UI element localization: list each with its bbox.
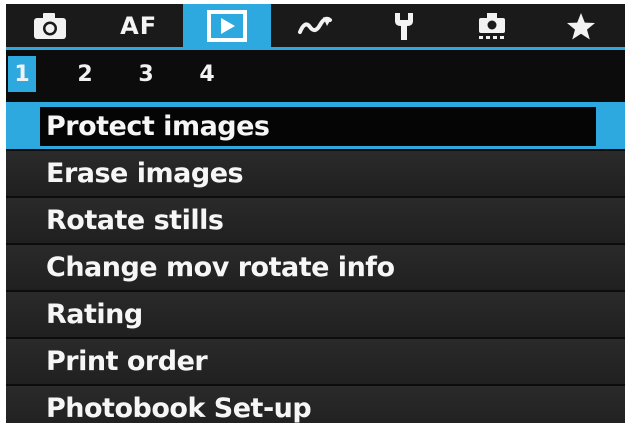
camera-icon <box>33 12 67 40</box>
page-tab-4[interactable]: 4 <box>193 56 221 92</box>
menu-item-rating[interactable]: Rating <box>6 292 625 337</box>
star-icon <box>566 12 596 40</box>
menu-item-label: Rating <box>46 299 143 330</box>
menu-item-photobook-setup[interactable]: Photobook Set-up <box>6 386 625 423</box>
menu-item-label: Rotate stills <box>46 205 224 236</box>
wireless-icon <box>297 15 333 37</box>
wrench-icon <box>391 11 417 41</box>
menu-item-print-order[interactable]: Print order <box>6 339 625 384</box>
tab-custom-functions[interactable] <box>448 4 536 47</box>
menu-item-label: Change mov rotate info <box>46 252 395 283</box>
menu-item-protect-images[interactable]: Protect images <box>6 104 625 149</box>
tab-wireless[interactable] <box>271 4 359 47</box>
menu-item-label: Print order <box>46 346 208 377</box>
menu-item-label: Photobook Set-up <box>46 393 312 423</box>
menu-item-erase-images[interactable]: Erase images <box>6 151 625 196</box>
page-selector: 1 2 3 4 <box>6 54 625 94</box>
menu-tab-bar: AF <box>6 4 625 47</box>
af-icon: AF <box>120 11 158 40</box>
tab-shooting[interactable] <box>6 4 94 47</box>
menu-item-rotate-stills[interactable]: Rotate stills <box>6 198 625 243</box>
camera-menu-screen: AF 1 2 3 4 Protect images Erase images R… <box>6 4 625 423</box>
menu-list: Protect images Erase images Rotate still… <box>6 104 625 423</box>
page-tab-1[interactable]: 1 <box>8 56 36 92</box>
tab-underline <box>6 47 625 50</box>
tab-af[interactable]: AF <box>94 4 182 47</box>
menu-item-label: Erase images <box>46 158 244 189</box>
tab-setup[interactable] <box>360 4 448 47</box>
page-tab-2[interactable]: 2 <box>71 56 99 92</box>
tab-my-menu[interactable] <box>537 4 625 47</box>
menu-item-label: Protect images <box>46 111 270 142</box>
tab-playback[interactable] <box>182 4 272 47</box>
page-tab-3[interactable]: 3 <box>132 56 160 92</box>
playback-icon <box>207 9 248 42</box>
menu-item-change-mov-rotate-info[interactable]: Change mov rotate info <box>6 245 625 290</box>
custom-functions-icon <box>476 11 508 41</box>
